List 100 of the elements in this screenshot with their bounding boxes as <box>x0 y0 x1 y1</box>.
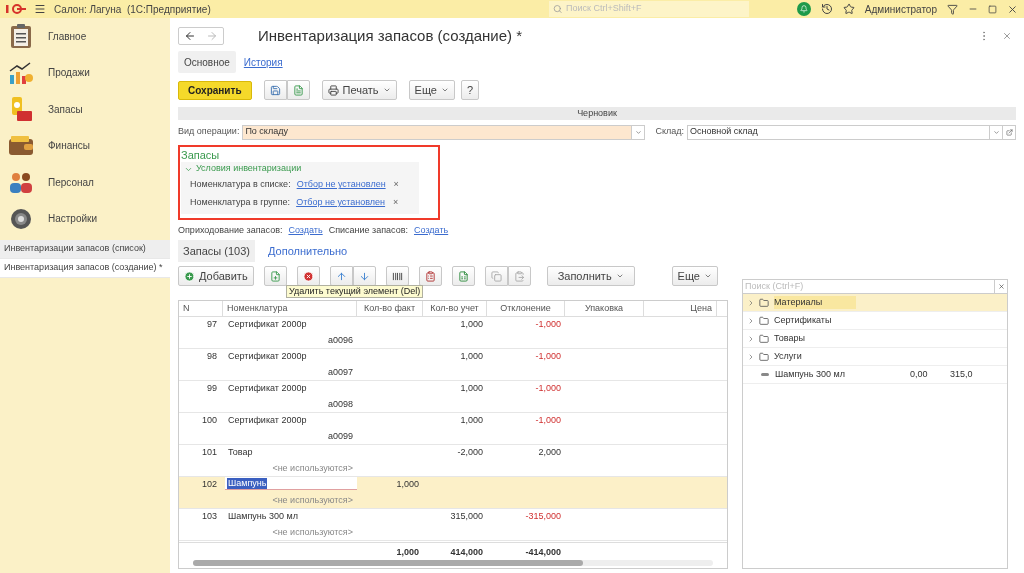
section-item[interactable]: Продажи <box>0 54 170 91</box>
tooltip: Удалить текущий элемент (Del) <box>286 285 424 298</box>
copy-button[interactable] <box>484 266 508 286</box>
close-icon[interactable] <box>1002 31 1012 41</box>
delete-button[interactable] <box>296 266 320 286</box>
save-icon-button[interactable] <box>263 80 287 100</box>
table-row[interactable]: 103 Шампунь 300 мл <не используются> 315,000 -315,000 <box>179 509 727 541</box>
add-button[interactable]: Добавить <box>178 266 254 286</box>
save-button[interactable]: Сохранить <box>178 80 252 100</box>
clear-filter-button[interactable]: × <box>393 196 399 210</box>
table-cell-text: 1,000 <box>459 350 484 363</box>
wallet-icon <box>8 134 34 157</box>
section-item[interactable]: Настройки <box>0 200 170 237</box>
dropdown-button[interactable] <box>990 124 1003 140</box>
field-label: Вид операции: <box>178 125 240 139</box>
menu-icon[interactable] <box>34 3 46 15</box>
picker-item-label: Шампунь 300 мл <box>775 367 846 381</box>
horizontal-scrollbar[interactable] <box>193 560 713 566</box>
folder-icon <box>759 333 769 344</box>
open-window-item[interactable]: Инвентаризации запасов (список) <box>0 240 170 259</box>
excel-button[interactable] <box>451 266 475 286</box>
create-link[interactable]: Создать <box>414 223 449 238</box>
column-header[interactable]: Кол-во учет <box>423 301 487 316</box>
document-icon <box>292 84 304 96</box>
copy-icon <box>490 270 502 282</box>
print-button[interactable]: Печать <box>321 80 397 100</box>
column-header[interactable]: Упаковка <box>565 301 644 316</box>
tube-and-case-icon <box>9 96 33 123</box>
table-cell-text: 1,000 <box>459 414 484 427</box>
printer-icon <box>327 84 339 96</box>
barcode-button[interactable] <box>385 266 409 286</box>
open-icon <box>1005 128 1013 136</box>
dropdown-button[interactable] <box>632 124 646 140</box>
selected-text: Шампунь <box>227 477 268 489</box>
filter-link[interactable]: Отбор не установлен <box>296 196 386 210</box>
section-item[interactable]: Запасы <box>0 91 170 128</box>
picker-item[interactable]: Шампунь 300 мл 0,00 315,0 <box>743 366 1007 384</box>
barcode-list-button[interactable] <box>418 266 442 286</box>
clear-filter-button[interactable]: × <box>393 178 399 192</box>
notifications-button[interactable] <box>796 2 811 16</box>
table-row[interactable]: 99 Сертификат 2000р a0098 1,000 -1,000 <box>179 381 727 413</box>
user-name[interactable]: Администратор <box>864 1 937 17</box>
form-tab[interactable]: История <box>237 51 289 73</box>
forward-icon[interactable] <box>206 30 218 42</box>
section-label: Финансы <box>48 139 90 154</box>
picker-item[interactable]: Материалы <box>743 294 1007 312</box>
help-button[interactable]: ? <box>461 80 480 100</box>
table-cell-text: 99 <box>206 382 218 395</box>
column-header[interactable]: Отклонение <box>487 301 565 316</box>
table-cell-text: Сертификат 2000р <box>227 318 308 330</box>
restore-icon[interactable] <box>988 4 997 14</box>
post-icon-button[interactable] <box>286 80 310 100</box>
folder-icon <box>759 351 769 362</box>
global-search-field[interactable]: Поиск Ctrl+Shift+F <box>548 1 749 17</box>
back-icon[interactable] <box>184 30 196 42</box>
more-button[interactable]: Еще <box>408 80 455 100</box>
table-cell-text: -1,000 <box>534 382 562 395</box>
operation-field[interactable]: По складу <box>242 124 633 140</box>
barcode-icon <box>391 270 403 282</box>
section-item[interactable]: Главное <box>0 18 170 55</box>
close-icon[interactable] <box>1007 3 1018 15</box>
arrow-down-icon <box>358 270 370 282</box>
move-down-button[interactable] <box>352 266 376 286</box>
table-row[interactable]: 97 Сертификат 2000р a0096 1,000 -1,000 <box>179 317 727 349</box>
column-header[interactable]: Цена <box>644 301 717 316</box>
global-search-input[interactable]: Поиск Ctrl+Shift+F <box>566 2 745 16</box>
table-tab[interactable]: Дополнительно <box>263 240 353 262</box>
picker-item-value: 315,0 <box>950 367 973 381</box>
total-cell-text: -414,000 <box>524 546 562 559</box>
picker-item[interactable]: Товары <box>743 330 1007 348</box>
warehouse-field[interactable]: Основной склад <box>686 124 990 140</box>
picker-item[interactable]: Сертификаты <box>743 312 1007 330</box>
more-button[interactable]: Еще <box>671 266 718 286</box>
picker-item[interactable]: Услуги <box>743 348 1007 366</box>
history-icon[interactable] <box>820 3 833 15</box>
create-link[interactable]: Создать <box>288 223 323 238</box>
copy-row-button[interactable] <box>263 266 287 286</box>
open-window-item[interactable]: Инвентаризация запасов (создание) * <box>0 259 170 278</box>
section-item[interactable]: Персонал <box>0 164 170 201</box>
paste-button[interactable] <box>507 266 531 286</box>
name-input-field[interactable]: Шампунь <box>225 477 357 490</box>
column-header[interactable]: Номенклатура <box>223 301 357 316</box>
folder-icon <box>759 315 769 326</box>
caret-icon <box>992 128 1000 136</box>
fill-button[interactable]: Заполнить <box>546 266 635 286</box>
open-button[interactable] <box>1003 124 1016 140</box>
table-cell-text: -2,000 <box>456 446 484 459</box>
filter-link[interactable]: Отбор не установлен <box>296 178 386 192</box>
caret-icon <box>382 86 391 94</box>
table-tab[interactable]: Запасы (103) <box>178 240 255 262</box>
column-header[interactable]: Кол-во факт <box>357 301 423 316</box>
table-row[interactable]: 102 Шампунь <не используются> 1,000 <box>179 477 727 509</box>
section-item[interactable]: Финансы <box>0 127 170 164</box>
star-icon[interactable] <box>842 3 855 15</box>
table-row[interactable]: 100 Сертификат 2000р a0099 1,000 -1,000 <box>179 413 727 445</box>
clear-search-button[interactable] <box>994 280 1007 293</box>
column-header[interactable]: N <box>179 301 223 316</box>
table-row[interactable]: 98 Сертификат 2000р a0097 1,000 -1,000 <box>179 349 727 381</box>
move-up-button[interactable] <box>329 266 353 286</box>
form-tab[interactable]: Основное <box>178 51 236 73</box>
